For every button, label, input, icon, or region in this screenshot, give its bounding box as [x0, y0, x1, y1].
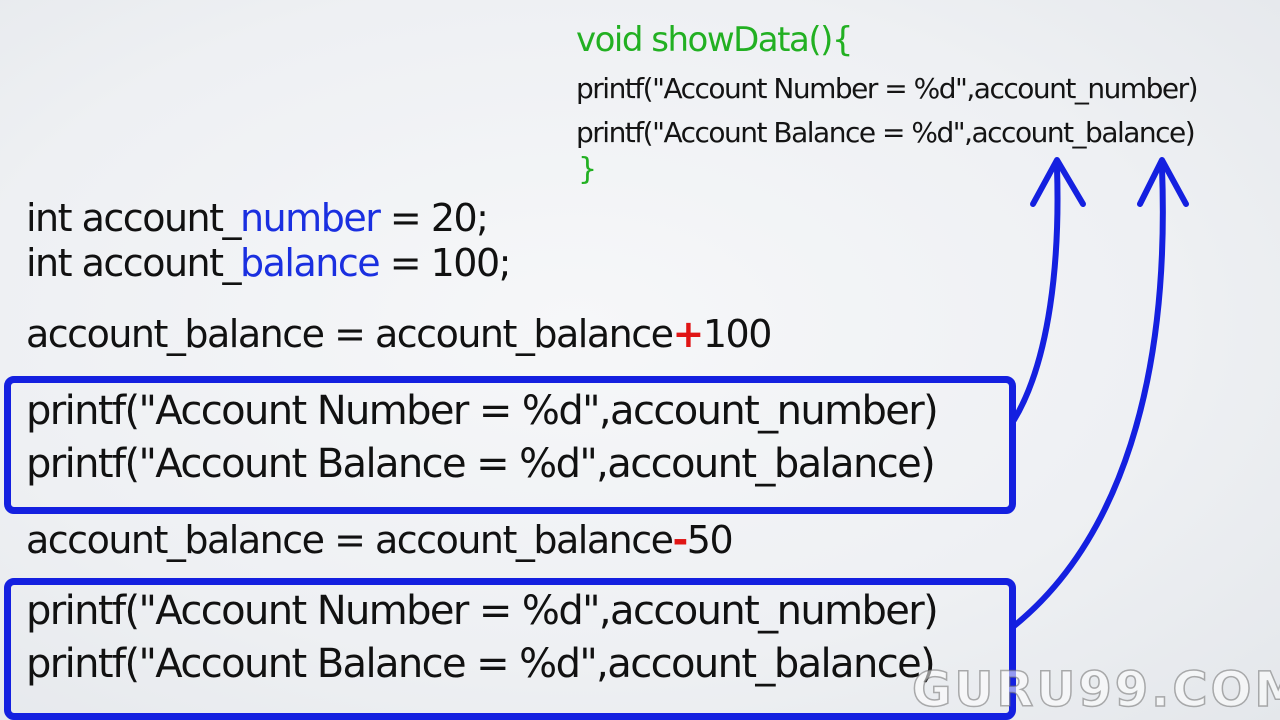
watermark-logo: GURU99.COM: [911, 661, 1280, 719]
arrow-overlay: [1011, 157, 1189, 629]
arrow-box2-to-function: [1011, 165, 1166, 629]
arrow-box1-to-function: [1011, 165, 1061, 423]
